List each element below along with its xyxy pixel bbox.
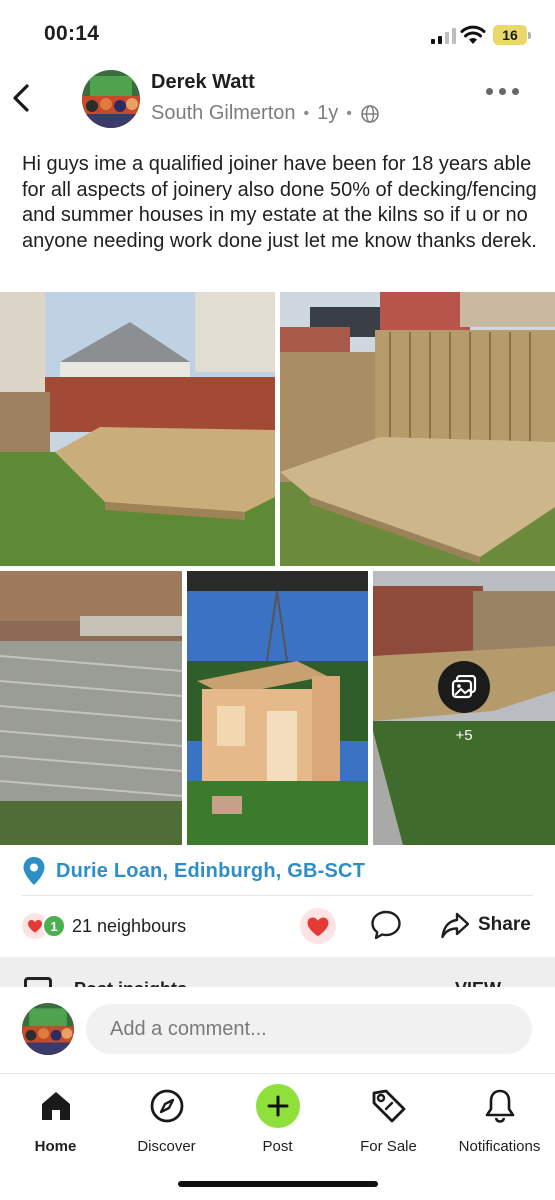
back-arrow-icon[interactable]	[10, 82, 34, 114]
tab-label: Discover	[137, 1138, 196, 1155]
compass-icon	[145, 1084, 189, 1128]
tab-post[interactable]: Post	[222, 1084, 333, 1155]
battery-indicator: 16	[493, 25, 531, 45]
post-photo[interactable]	[0, 571, 182, 845]
divider	[22, 895, 533, 896]
comment-bubble-icon[interactable]	[370, 909, 402, 941]
author-avatar[interactable]	[82, 70, 140, 128]
tab-notifications[interactable]: Notifications	[444, 1084, 555, 1155]
post-photo[interactable]	[187, 571, 368, 845]
meta-separator: •	[346, 104, 352, 122]
share-button[interactable]: Share	[440, 908, 531, 942]
post-meta: South Gilmerton • 1y •	[151, 102, 380, 125]
map-pin-icon	[23, 857, 45, 885]
tagged-location[interactable]: Durie Loan, Edinburgh, GB-SCT	[22, 856, 365, 886]
globe-icon	[361, 104, 379, 123]
post-photo[interactable]	[280, 292, 555, 566]
post-age: 1y	[317, 102, 339, 124]
insights-label: Post insights	[74, 979, 187, 987]
gallery-icon	[438, 660, 490, 713]
location-label: Durie Loan, Edinburgh, GB-SCT	[56, 859, 366, 882]
more-options-icon[interactable]	[486, 84, 522, 98]
tag-icon	[367, 1084, 411, 1128]
home-indicator	[178, 1181, 378, 1187]
wifi-icon	[460, 25, 486, 44]
heart-icon	[307, 917, 329, 936]
reaction-count: 21 neighbours	[72, 915, 187, 936]
tab-label: Post	[262, 1138, 293, 1155]
post-body: Hi guys ime a qualified joiner have been…	[22, 153, 537, 252]
meta-separator: •	[303, 104, 310, 122]
author-location[interactable]: South Gilmerton	[151, 102, 296, 125]
tab-for-sale[interactable]: For Sale	[333, 1084, 444, 1155]
reaction-summary[interactable]: 1 21 neighbours	[22, 908, 186, 944]
bell-icon	[478, 1084, 522, 1128]
tab-label: For Sale	[360, 1138, 417, 1155]
share-arrow-icon	[441, 912, 470, 939]
tab-discover[interactable]: Discover	[111, 1084, 222, 1155]
user-avatar[interactable]	[22, 1003, 74, 1055]
tab-label: Notifications	[458, 1138, 541, 1155]
post-photo[interactable]	[0, 292, 275, 566]
insights-icon	[24, 977, 52, 987]
like-button[interactable]	[300, 908, 336, 944]
home-icon	[34, 1084, 78, 1128]
status-time: 00:14	[44, 22, 100, 45]
author-name[interactable]: Derek Watt	[151, 71, 255, 94]
tab-home[interactable]: Home	[0, 1084, 111, 1155]
plus-icon	[255, 1084, 300, 1128]
insights-view-button[interactable]: VIEW	[455, 979, 501, 987]
post-insights-strip[interactable]: Post insights VIEW	[0, 957, 555, 987]
more-photos-count: +5	[455, 726, 473, 744]
share-label: Share	[478, 914, 531, 935]
more-photos-overlay[interactable]: +5	[373, 571, 555, 845]
comment-input[interactable]	[86, 1004, 532, 1054]
cellular-signal-icon	[431, 28, 456, 44]
tab-label: Home	[34, 1138, 77, 1155]
status-bar: 00:14 16	[0, 0, 555, 70]
neighbour-badge: 1	[42, 914, 66, 938]
